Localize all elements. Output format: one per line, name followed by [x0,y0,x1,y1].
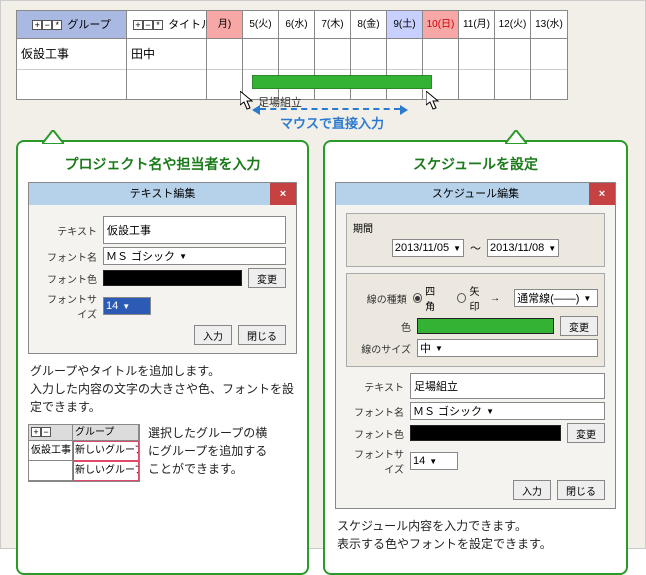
panel-description: グループやタイトルを追加します。 入力した内容の文字の大きさや色、フォントを設定… [30,362,295,416]
line-style-select[interactable]: 通常線(――)▼ [514,289,598,307]
input-button[interactable]: 入力 [194,325,232,345]
dialog-title-text: スケジュール編集 [432,188,519,200]
day-header: 11(月) [459,11,494,39]
group-header-cell[interactable]: +−* グループ [17,11,126,39]
close-button[interactable]: 閉じる [238,325,286,345]
font-color-swatch [103,270,242,286]
font-name-select[interactable]: ＭＳ ゴシック▼ [410,402,605,420]
drag-hint-line [260,108,400,110]
day-header: 5(火) [243,11,278,39]
day-header: 7(木) [315,11,350,39]
expand-collapse-icons[interactable]: +−* [133,20,163,30]
font-color-label: フォント色 [39,271,97,286]
panel-title: スケジュールを設定 [335,154,616,174]
change-font-color-button[interactable]: 変更 [567,423,605,443]
panel-schedule-settings: スケジュールを設定 スケジュール編集 × 期間 2013/11/05▼ ～ 20… [323,140,628,575]
mini-cell[interactable] [29,461,73,481]
title-cell[interactable]: 田中 [127,39,206,69]
close-icon[interactable]: × [270,183,296,205]
day-header: 13(水) [531,11,567,39]
mini-group-grid: +− グループ 仮設工事 新しいグループ 新しいグループ [28,424,140,482]
line-size-select[interactable]: 中▼ [417,339,598,357]
line-size-label: 線のサイズ [353,341,411,356]
font-name-label: フォント名 [346,404,404,419]
mini-group-header: グループ [73,425,139,441]
mini-grid-description: 選択したグループの横にグループを追加することができます。 [148,424,268,478]
dialog-titlebar[interactable]: テキスト編集 × [29,183,296,205]
cursor-icon [426,91,442,111]
mini-cell-selected[interactable]: 新しいグループ [73,461,139,481]
dialog-titlebar[interactable]: スケジュール編集 × [336,183,615,205]
group-column: +−* グループ 仮設工事 [17,11,127,99]
change-color-button[interactable]: 変更 [248,268,286,288]
text-input[interactable] [103,216,286,244]
text-label: テキスト [346,379,404,394]
font-size-label: フォントサイズ [39,291,97,321]
input-button[interactable]: 入力 [513,480,551,500]
drag-hint-text: マウスで直接入力 [280,113,384,132]
title-header-cell[interactable]: +−* タイトル [127,11,206,39]
title-header-label: タイトル [168,19,212,31]
group-cell[interactable]: 仮設工事 [17,39,126,69]
text-edit-dialog: テキスト編集 × テキスト フォント名 ＭＳ ゴシック▼ [28,182,297,354]
day-header: 8(金) [351,11,386,39]
day-header: 6(水) [279,11,314,39]
period-label: 期間 [353,220,598,235]
title-column: +−* タイトル 田中 [127,11,207,99]
change-color-button[interactable]: 変更 [560,316,598,336]
mini-cell[interactable]: 仮設工事 [29,441,73,461]
gantt-bar[interactable] [252,75,432,89]
gantt-area: 足場組立 [216,69,616,99]
group-header-label: グループ [67,19,110,31]
close-button[interactable]: 閉じる [557,480,605,500]
dialog-title-text: テキスト編集 [130,188,196,200]
text-label: テキスト [39,223,97,238]
font-size-label: フォントサイズ [346,446,404,476]
radio-arrow[interactable]: 矢印 → [457,283,500,313]
day-header: 月) [207,11,242,39]
font-color-label: フォント色 [346,426,404,441]
font-color-swatch [410,425,561,441]
date-from-select[interactable]: 2013/11/05▼ [392,239,464,257]
mini-cell-selected[interactable]: 新しいグループ [73,441,139,461]
font-size-select[interactable]: 14▼ [103,297,151,315]
line-type-label: 線の種類 [353,291,407,306]
text-input[interactable] [410,373,605,399]
radio-rect[interactable]: 四角 [413,283,444,313]
close-icon[interactable]: × [589,183,615,205]
day-header: 12(火) [495,11,530,39]
mini-tree-icons[interactable]: +− [29,425,73,441]
panel-title: プロジェクト名や担当者を入力 [28,154,297,174]
panel-project-input: プロジェクト名や担当者を入力 テキスト編集 × テキスト フォント名 ＭＳ ゴシ… [16,140,309,575]
font-name-label: フォント名 [39,249,97,264]
font-name-select[interactable]: ＭＳ ゴシック▼ [103,247,286,265]
bar-color-label: 色 [353,319,411,334]
panel-description: スケジュール内容を入力できます。 表示する色やフォントを設定できます。 [337,517,614,553]
date-to-select[interactable]: 2013/11/08▼ [487,239,559,257]
date-separator: ～ [470,240,481,256]
day-header: 9(土) [387,11,422,39]
font-size-select[interactable]: 14▼ [410,452,458,470]
day-header: 10(日) [423,11,458,39]
bar-color-swatch [417,318,554,334]
expand-collapse-icons[interactable]: +−* [32,20,62,30]
schedule-edit-dialog: スケジュール編集 × 期間 2013/11/05▼ ～ 2013/11/08▼ [335,182,616,509]
